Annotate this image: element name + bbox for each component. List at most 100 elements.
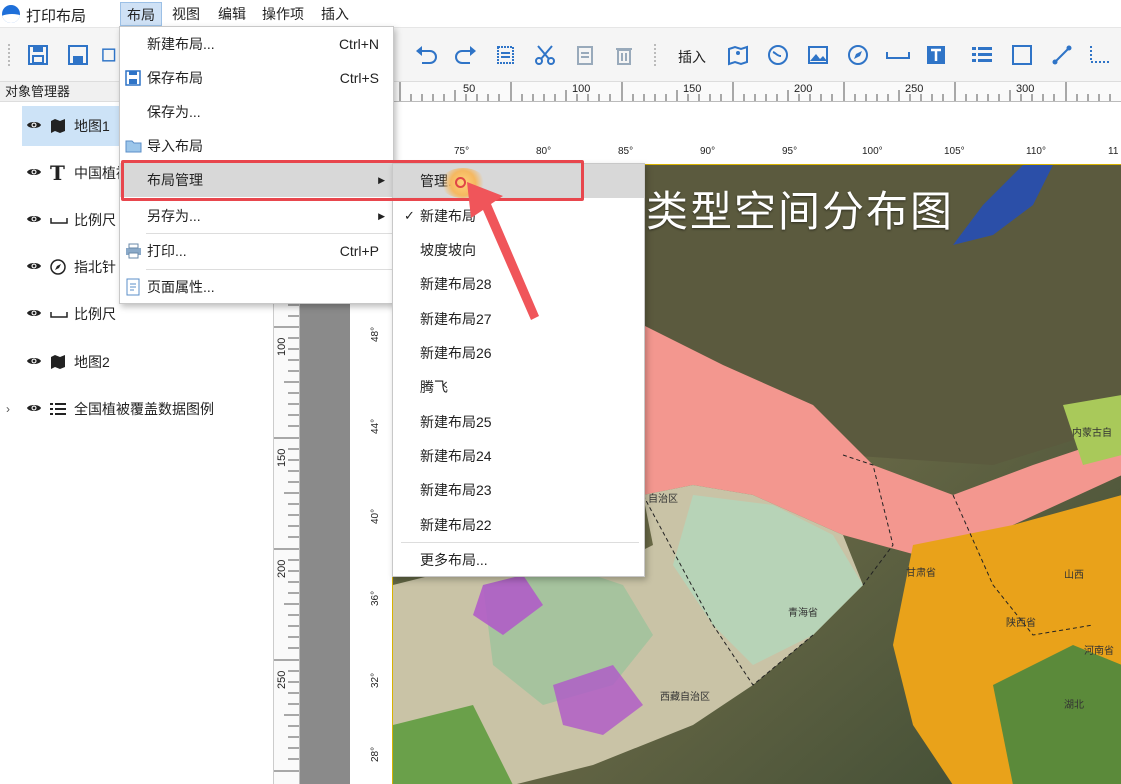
paste-icon[interactable] (571, 41, 599, 69)
visibility-eye-icon[interactable] (26, 260, 42, 272)
text-icon: T (50, 161, 65, 185)
insert-polyline-icon[interactable] (1086, 41, 1114, 69)
expand-chevron-icon[interactable]: › (6, 402, 10, 416)
submenu-item[interactable]: 腾飞 (393, 370, 644, 404)
menu-item-save-as-other[interactable]: 另存为... ▶ (120, 199, 393, 233)
ruler-label: 150 (683, 83, 702, 95)
insert-map-icon[interactable] (724, 41, 752, 69)
region-label: 河南省 (1084, 646, 1114, 657)
menu-operations[interactable]: 操作项 (256, 2, 310, 26)
app-logo-icon (2, 5, 20, 23)
insert-label: 插入 (678, 49, 706, 65)
save-icon (125, 70, 141, 86)
insert-text-icon[interactable] (922, 41, 950, 69)
insert-scale-bar-icon[interactable] (884, 41, 912, 69)
toolbar-grip (8, 44, 14, 66)
region-label: 山西 (1064, 570, 1084, 581)
pointer-arrow-icon (467, 182, 539, 320)
region-label: 湖北 (1064, 700, 1084, 711)
visibility-eye-icon[interactable] (26, 119, 42, 131)
toolbar-grip (654, 44, 660, 66)
save-as-icon[interactable] (64, 41, 92, 69)
page-properties-icon (126, 278, 140, 296)
region-label: 内蒙古自 (1072, 428, 1112, 439)
menu-item-save-layout[interactable]: 保存布局 Ctrl+S (120, 61, 393, 95)
submenu-item[interactable]: 新建布局26 (393, 336, 644, 370)
lon-tick: 105° (944, 146, 965, 157)
lat-tick: 48° (370, 326, 381, 342)
visibility-eye-icon[interactable] (26, 307, 42, 319)
visibility-eye-icon[interactable] (26, 166, 42, 178)
lon-tick: 85° (618, 146, 634, 157)
scale-bar-icon (50, 294, 68, 334)
region-label: 陕西省 (1006, 618, 1036, 629)
menu-item-new-layout[interactable]: 新建布局... Ctrl+N (120, 27, 393, 61)
submenu-arrow-icon: ▶ (378, 211, 385, 221)
lon-tick: 11 (1108, 146, 1119, 157)
import-icon[interactable] (100, 41, 116, 69)
region-label: 西藏自治区 (660, 692, 710, 703)
copy-icon[interactable] (492, 41, 520, 69)
cut-icon[interactable] (531, 41, 559, 69)
ruler-label: 100 (572, 83, 591, 95)
tree-item-map2[interactable]: 地图2 (22, 342, 274, 382)
region-label: 自治区 (648, 494, 678, 505)
lon-tick: 110° (1026, 146, 1046, 157)
menu-item-print[interactable]: 打印... Ctrl+P (120, 234, 393, 268)
horizontal-ruler: 50 100 150 200 250 300 (300, 82, 1121, 102)
lat-tick: 44° (370, 418, 381, 434)
redo-icon[interactable] (452, 41, 480, 69)
undo-icon[interactable] (412, 41, 440, 69)
app-title: 打印布局 (26, 8, 87, 25)
ruler-label: 250 (276, 670, 288, 689)
insert-image-icon[interactable] (804, 41, 832, 69)
lon-tick: 75° (454, 146, 470, 157)
insert-north-arrow-icon[interactable] (844, 41, 872, 69)
submenu-item[interactable]: 新建布局23 (393, 473, 644, 507)
visibility-eye-icon[interactable] (26, 402, 42, 414)
submenu-item[interactable]: 新建布局25 (393, 405, 644, 439)
lat-tick: 36° (370, 590, 381, 606)
ruler-label: 200 (794, 83, 813, 95)
printer-icon (126, 243, 141, 259)
scale-bar-icon (50, 200, 68, 240)
submenu-item[interactable]: 新建布局24 (393, 439, 644, 473)
menu-insert[interactable]: 插入 (315, 2, 355, 26)
menu-view[interactable]: 视图 (166, 2, 206, 26)
menu-item-import-layout[interactable]: 导入布局 (120, 129, 393, 163)
insert-globe-icon[interactable] (764, 41, 792, 69)
ruler-label: 250 (905, 83, 924, 95)
menu-layout[interactable]: 布局 (120, 2, 162, 26)
check-icon: ✓ (404, 208, 415, 223)
region-label: 甘肃省 (906, 568, 936, 579)
lon-tick: 95° (782, 146, 798, 157)
ruler-label: 50 (463, 83, 476, 95)
menu-item-save-as[interactable]: 保存为... (120, 95, 393, 129)
legend-icon (50, 389, 68, 431)
lon-tick: 100° (862, 146, 883, 157)
submenu-item-more-layouts[interactable]: 更多布局... (393, 543, 644, 577)
menu-edit[interactable]: 编辑 (212, 2, 252, 26)
save-icon[interactable] (24, 41, 52, 69)
ruler-label: 300 (1016, 83, 1035, 95)
region-label: 青海省 (788, 608, 818, 619)
lat-tick: 28° (370, 746, 381, 762)
submenu-item[interactable]: 新建布局22 (393, 508, 644, 542)
ruler-label: 200 (276, 559, 288, 578)
lon-tick: 90° (700, 146, 716, 157)
ruler-label: 150 (276, 448, 288, 467)
map-icon (50, 106, 68, 149)
ruler-label: 100 (276, 337, 288, 356)
title-bar: 打印布局 布局 视图 编辑 操作项 插入 (0, 0, 1121, 28)
delete-icon[interactable] (610, 41, 638, 69)
lat-tick: 40° (370, 508, 381, 524)
menu-item-page-properties[interactable]: 页面属性... (120, 270, 393, 304)
north-arrow-icon (50, 247, 68, 290)
insert-line-icon[interactable] (1048, 41, 1076, 69)
map-title[interactable]: 类型空间分布图 (646, 178, 954, 239)
tree-item-legend[interactable]: 全国植被覆盖数据图例 (22, 389, 274, 429)
visibility-eye-icon[interactable] (26, 355, 42, 367)
insert-rectangle-icon[interactable] (1008, 41, 1036, 69)
visibility-eye-icon[interactable] (26, 213, 42, 225)
insert-legend-icon[interactable] (968, 41, 996, 69)
